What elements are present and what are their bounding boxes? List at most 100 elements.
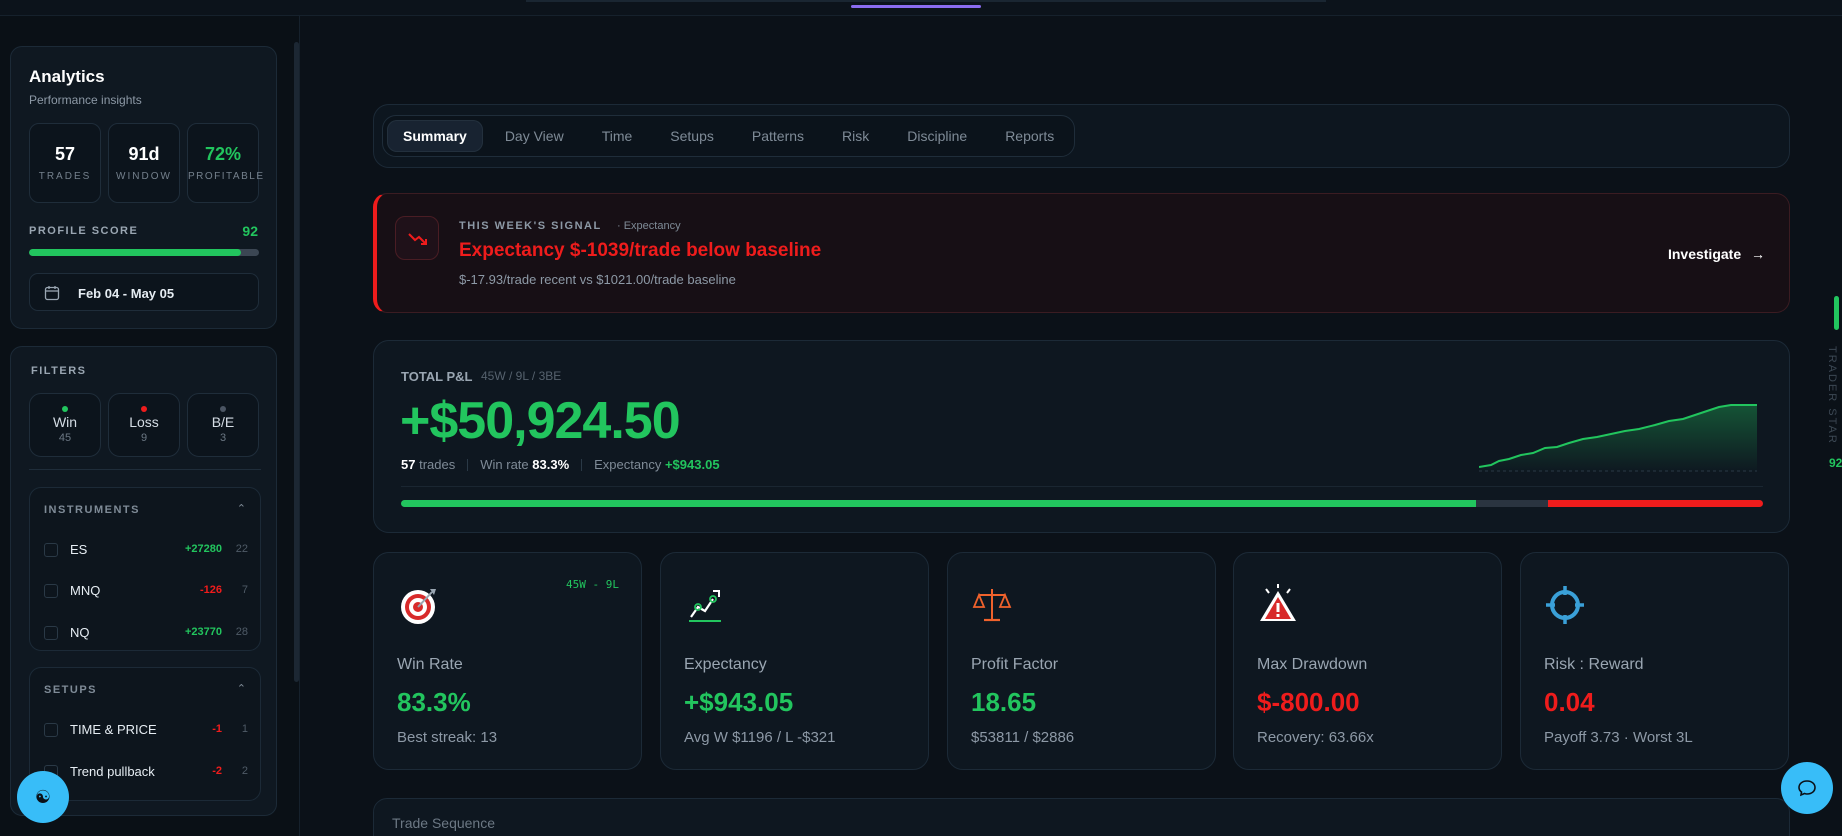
status-dot xyxy=(141,406,147,412)
meta-separator xyxy=(581,458,583,471)
tab-discipline[interactable]: Discipline xyxy=(891,120,983,152)
metric-value: 18.65 xyxy=(971,687,1037,717)
pnl-expectancy-label: Expectancy xyxy=(594,457,662,472)
pnl-trades: 57 trades xyxy=(401,457,455,472)
pnl-winrate-label: Win rate xyxy=(480,457,529,472)
tab-day-view[interactable]: Day View xyxy=(489,120,580,152)
tabs-bar: Summary Day View Time Setups Patterns Ri… xyxy=(373,104,1790,168)
sidebar-scrollbar[interactable] xyxy=(294,42,299,682)
stat-window: 91d WINDOW xyxy=(108,123,180,203)
metric-card-risk-reward[interactable]: Risk : Reward 0.04 Payoff 3.73 · Worst 3… xyxy=(1520,552,1789,770)
chat-button[interactable] xyxy=(1781,762,1833,814)
metric-name: Profit Factor xyxy=(971,656,1059,673)
win-loss-bar xyxy=(401,500,1763,507)
tab-setups[interactable]: Setups xyxy=(654,120,730,152)
top-accent xyxy=(851,5,981,8)
filters-heading: FILTERS xyxy=(31,365,87,377)
checkbox[interactable] xyxy=(44,584,58,598)
pnl-trades-label: trades xyxy=(419,457,456,472)
setup-row-trend-pullback[interactable]: Trend pullback -2 2 xyxy=(44,762,248,782)
analytics-subtitle: Performance insights xyxy=(29,93,142,107)
equity-sparkline xyxy=(1479,404,1757,473)
filter-chip-count: 3 xyxy=(219,432,227,444)
metric-value: +$943.05 xyxy=(684,687,794,717)
instrument-name: MNQ xyxy=(70,583,101,598)
stat-label: WINDOW xyxy=(116,171,172,182)
filter-chip-name: B/E xyxy=(211,414,235,430)
instrument-count: 22 xyxy=(235,543,248,555)
checkbox[interactable] xyxy=(44,723,58,737)
instruments-group: INSTRUMENTS ⌃ ES +27280 22 MNQ -126 7 NQ… xyxy=(29,487,261,651)
instrument-count: 28 xyxy=(235,626,248,638)
stat-value: 72% xyxy=(204,144,242,164)
metric-tag: 45W - 9L xyxy=(566,578,619,591)
date-range-picker[interactable]: Feb 04 - May 05 xyxy=(29,273,259,311)
instrument-name: NQ xyxy=(70,625,90,640)
filters-card: FILTERS Win 45 Loss 9 B/E 3 INSTRUMENTS … xyxy=(10,346,277,816)
instrument-count: 7 xyxy=(241,584,248,596)
tab-patterns[interactable]: Patterns xyxy=(736,120,820,152)
tab-summary[interactable]: Summary xyxy=(387,120,483,152)
tab-risk[interactable]: Risk xyxy=(826,120,885,152)
status-dot xyxy=(62,406,68,412)
setup-count: 2 xyxy=(241,765,248,777)
pnl-value: +$50,924.50 xyxy=(400,392,681,450)
setup-count: 1 xyxy=(241,723,248,735)
metric-card-profit-factor[interactable]: Profit Factor 18.65 $53811 / $2886 xyxy=(947,552,1216,770)
accessibility-icon: ☯ xyxy=(34,786,52,807)
pnl-record: 45W / 9L / 3BE xyxy=(481,369,562,383)
metric-name: Risk : Reward xyxy=(1544,656,1644,673)
metric-value: 0.04 xyxy=(1544,687,1595,717)
metric-card-win-rate[interactable]: 45W - 9L Win Rate 83.3% Best streak: 13 xyxy=(373,552,642,770)
instrument-row-es[interactable]: ES +27280 22 xyxy=(44,540,248,560)
instrument-row-mnq[interactable]: MNQ -126 7 xyxy=(44,581,248,601)
top-bar xyxy=(0,0,1842,16)
tab-time[interactable]: Time xyxy=(586,120,649,152)
metric-sub: Avg W $1196 / L -$321 xyxy=(684,729,836,746)
investigate-label: Investigate xyxy=(1667,246,1742,262)
filter-chip-count: 45 xyxy=(58,432,72,444)
loss-segment xyxy=(1547,500,1763,507)
trade-sequence-card: Trade Sequence xyxy=(373,798,1790,836)
arrow-right-icon: → xyxy=(1751,246,1765,262)
checkbox[interactable] xyxy=(44,543,58,557)
analytics-card: Analytics Performance insights 57 TRADES… xyxy=(10,46,277,329)
instrument-pnl: +27280 xyxy=(184,543,222,555)
metric-sub: Recovery: 63.66x xyxy=(1257,729,1374,746)
filter-chip-loss[interactable]: Loss 9 xyxy=(108,393,180,457)
pnl-divider xyxy=(401,486,1763,487)
trade-sequence-title: Trade Sequence xyxy=(392,815,495,831)
weekly-signal-banner: THIS WEEK'S SIGNAL · Expectancy Expectan… xyxy=(373,193,1790,313)
crosshair-icon xyxy=(1546,586,1584,624)
pnl-meta: 57 trades Win rate 83.3% Expectancy +$94… xyxy=(401,457,720,472)
profile-score-value: 92 xyxy=(242,223,258,239)
tab-reports[interactable]: Reports xyxy=(989,120,1070,152)
top-pill xyxy=(526,0,1326,2)
chevron-up-icon[interactable]: ⌃ xyxy=(237,682,246,695)
filter-chip-win[interactable]: Win 45 xyxy=(29,393,101,457)
total-pnl-card: TOTAL P&L 45W / 9L / 3BE +$50,924.50 57 … xyxy=(373,340,1790,533)
pnl-expectancy: Expectancy +$943.05 xyxy=(594,457,719,472)
instrument-row-nq[interactable]: NQ +23770 28 xyxy=(44,623,248,643)
pnl-label: TOTAL P&L xyxy=(401,369,473,384)
investigate-button[interactable]: Investigate → xyxy=(1668,246,1765,262)
filter-chip-breakeven[interactable]: B/E 3 xyxy=(187,393,259,457)
stat-label: PROFITABLE xyxy=(188,171,265,182)
setup-pnl: -2 xyxy=(212,765,222,777)
metric-card-expectancy[interactable]: Expectancy +$943.05 Avg W $1196 / L -$32… xyxy=(660,552,929,770)
filter-chip-count: 9 xyxy=(140,432,148,444)
chevron-up-icon[interactable]: ⌃ xyxy=(237,502,246,515)
metric-sub: $53811 / $2886 xyxy=(971,729,1075,746)
instruments-heading: INSTRUMENTS xyxy=(44,504,140,516)
sidebar: Analytics Performance insights 57 TRADES… xyxy=(0,16,300,836)
pnl-winrate-value: 83.3% xyxy=(532,457,570,472)
setup-row-time-price[interactable]: TIME & PRICE -1 1 xyxy=(44,720,248,740)
instrument-name: ES xyxy=(70,542,88,557)
setups-heading: SETUPS xyxy=(44,684,98,696)
chat-icon xyxy=(1798,780,1816,797)
checkbox[interactable] xyxy=(44,626,58,640)
metric-card-max-drawdown[interactable]: Max Drawdown $-800.00 Recovery: 63.66x xyxy=(1233,552,1502,770)
metric-value: 83.3% xyxy=(397,687,471,717)
accessibility-button[interactable]: ☯ xyxy=(17,771,69,823)
metric-name: Expectancy xyxy=(684,656,767,673)
